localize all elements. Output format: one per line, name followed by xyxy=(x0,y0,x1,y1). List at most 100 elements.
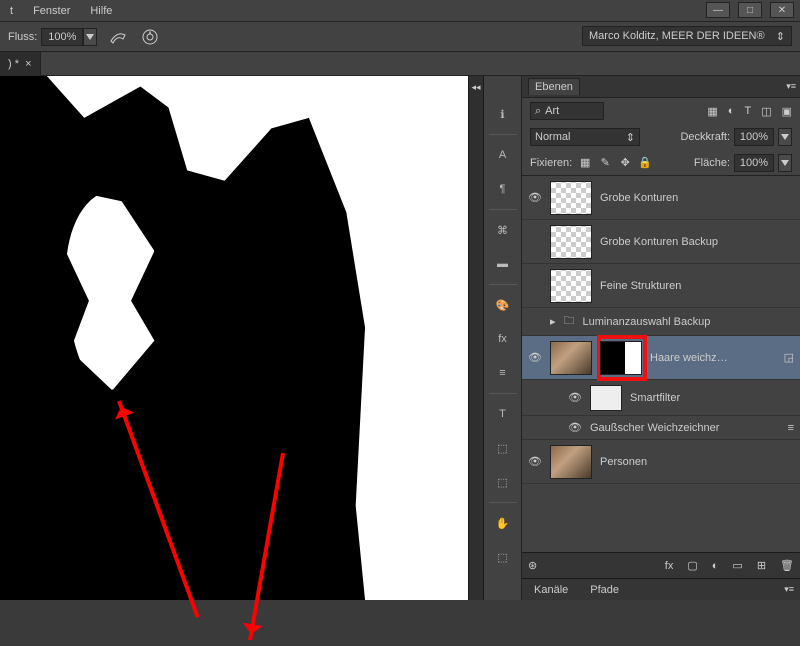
disclosure-triangle-icon[interactable]: ▸ xyxy=(550,315,556,328)
layer-panel-footer: ⊛ fx ▢ ◐ ▭ ⊞ 🗑 xyxy=(522,552,800,578)
panel-menu-icon[interactable]: ▾≡ xyxy=(786,81,796,92)
visibility-icon[interactable]: 👁 xyxy=(568,391,582,404)
info-icon[interactable]: ℹ xyxy=(489,100,517,128)
tool-icon[interactable]: ⬚ xyxy=(489,543,517,571)
lock-position-icon[interactable]: ✥ xyxy=(618,156,632,170)
flow-dropdown[interactable] xyxy=(83,28,97,46)
new-layer-icon[interactable]: ⊞ xyxy=(757,559,766,572)
opacity-label: Deckkraft: xyxy=(680,131,730,143)
filter-shape-icon[interactable]: ◫ xyxy=(761,105,771,118)
panel-menu-icon[interactable]: ▾≡ xyxy=(784,584,794,595)
filter-type-icon[interactable]: T xyxy=(744,105,751,118)
menu-item-t[interactable]: t xyxy=(10,5,13,17)
layer-name[interactable]: Grobe Konturen xyxy=(600,192,794,204)
mask-icon[interactable]: ▢ xyxy=(687,559,697,572)
pressure-icon[interactable] xyxy=(139,27,161,47)
layer-thumbnail[interactable] xyxy=(550,341,592,375)
minimize-button[interactable]: — xyxy=(706,2,730,18)
type-icon[interactable]: T xyxy=(489,400,517,428)
airbrush-icon[interactable] xyxy=(107,27,129,47)
lock-pixels-icon[interactable]: ✎ xyxy=(598,156,612,170)
layer-thumbnail[interactable] xyxy=(550,445,592,479)
layer-name[interactable]: Personen xyxy=(600,456,794,468)
maximize-button[interactable]: □ xyxy=(738,2,762,18)
filter-effect-row[interactable]: 👁 Gaußscher Weichzeichner ≡ xyxy=(522,416,800,440)
group-icon[interactable]: ▭ xyxy=(732,559,742,572)
blend-options-icon[interactable]: ≡ xyxy=(788,422,794,434)
layer-name[interactable]: Luminanzauswahl Backup xyxy=(583,316,794,328)
document-tab-bar: ) * × xyxy=(0,52,800,76)
layer-thumbnail[interactable] xyxy=(550,181,592,215)
panel-tab-layers[interactable]: Ebenen xyxy=(528,78,580,95)
fill-dropdown[interactable] xyxy=(778,154,792,172)
color-icon[interactable]: 🎨 xyxy=(489,291,517,319)
panel-tab-channels[interactable]: Kanäle xyxy=(528,582,574,598)
swatches-icon[interactable]: ⌘ xyxy=(489,216,517,244)
tool-icon[interactable]: ⬚ xyxy=(489,468,517,496)
folder-icon: 🗀 xyxy=(564,312,575,331)
panel-expand-strip[interactable]: ◂◂ xyxy=(468,76,484,600)
adjustments-icon[interactable]: ≡ xyxy=(489,359,517,387)
filter-adjust-icon[interactable]: ◐ xyxy=(728,105,735,118)
close-button[interactable]: ✕ xyxy=(770,2,794,18)
filter-mask-thumbnail[interactable] xyxy=(590,385,622,411)
visibility-icon[interactable]: 👁 xyxy=(568,421,582,434)
menu-item-window[interactable]: Fenster xyxy=(33,5,70,17)
opacity-dropdown[interactable] xyxy=(778,128,792,146)
fx-icon[interactable]: fx xyxy=(665,560,674,572)
link-layers-icon[interactable]: ⊛ xyxy=(528,559,537,572)
filter-name[interactable]: Gaußscher Weichzeichner xyxy=(590,422,780,434)
smartfilter-row[interactable]: 👁 Smartfilter xyxy=(522,380,800,416)
character-icon[interactable]: A xyxy=(489,141,517,169)
layer-name[interactable]: Grobe Konturen Backup xyxy=(600,236,794,248)
menu-item-help[interactable]: Hilfe xyxy=(90,5,112,17)
filter-smart-icon[interactable]: ▣ xyxy=(782,105,792,118)
lock-all-icon[interactable]: 🔒 xyxy=(638,156,652,170)
play-icon[interactable]: ▬ xyxy=(489,250,517,278)
layer-name[interactable]: Feine Strukturen xyxy=(600,280,794,292)
chevron-updown-icon: ⇕ xyxy=(776,30,785,43)
hand-icon[interactable]: ✋ xyxy=(489,509,517,537)
layer-thumbnail[interactable] xyxy=(550,269,592,303)
canvas-image xyxy=(0,76,468,600)
panel-tab-paths[interactable]: Pfade xyxy=(584,582,625,598)
trash-icon[interactable]: 🗑 xyxy=(780,559,794,572)
flow-value[interactable]: 100% xyxy=(41,28,83,46)
layer-thumbnail[interactable] xyxy=(550,225,592,259)
menu-bar: t Fenster Hilfe — □ ✕ xyxy=(0,0,800,22)
document-tab-label: ) * xyxy=(8,58,19,70)
styles-icon[interactable]: fx xyxy=(489,325,517,353)
filter-kind-label: Art xyxy=(545,105,559,117)
visibility-icon[interactable]: 👁 xyxy=(528,191,542,204)
filter-pixel-icon[interactable]: ▦ xyxy=(707,105,717,118)
fill-value[interactable]: 100% xyxy=(734,154,774,172)
layer-row[interactable]: Grobe Konturen Backup xyxy=(522,220,800,264)
paragraph-icon[interactable]: ¶ xyxy=(489,175,517,203)
canvas[interactable] xyxy=(0,76,468,600)
visibility-icon[interactable]: 👁 xyxy=(528,351,542,364)
collapse-icon[interactable]: ◂◂ xyxy=(469,82,483,93)
options-bar: Fluss: 100% Marco Kolditz, MEER DER IDEE… xyxy=(0,22,800,52)
opacity-value[interactable]: 100% xyxy=(734,128,774,146)
document-tab[interactable]: ) * × xyxy=(0,52,41,76)
layer-filter-select[interactable]: ⌕ Art xyxy=(530,102,604,120)
document-tab-close[interactable]: × xyxy=(25,58,31,70)
visibility-icon[interactable]: 👁 xyxy=(528,455,542,468)
layer-name[interactable]: Smartfilter xyxy=(630,392,794,404)
layer-group-row[interactable]: ▸ 🗀 Luminanzauswahl Backup xyxy=(522,308,800,336)
layer-mask-thumbnail[interactable] xyxy=(600,341,642,375)
smart-object-icon: ◲ xyxy=(784,351,794,364)
layer-row[interactable]: 👁 Personen xyxy=(522,440,800,484)
workspace-selector[interactable]: Marco Kolditz, MEER DER IDEEN® ⇕ xyxy=(582,26,792,46)
layer-row[interactable]: 👁 Grobe Konturen xyxy=(522,176,800,220)
blend-mode-label: Normal xyxy=(535,131,570,143)
tool-icon[interactable]: ⬚ xyxy=(489,434,517,462)
adjustment-icon[interactable]: ◐ xyxy=(712,560,719,572)
layer-row[interactable]: 👁 Haare weichz… ◲ xyxy=(522,336,800,380)
layer-row[interactable]: Feine Strukturen xyxy=(522,264,800,308)
layer-name[interactable]: Haare weichz… xyxy=(650,352,776,364)
layers-panel: Ebenen ▾≡ ⌕ Art ▦ ◐ T ◫ ▣ Normal ⇕ Deckk… xyxy=(522,76,800,600)
blend-mode-select[interactable]: Normal ⇕ xyxy=(530,128,640,146)
flow-label: Fluss: xyxy=(8,31,37,43)
lock-transparency-icon[interactable]: ▦ xyxy=(578,156,592,170)
